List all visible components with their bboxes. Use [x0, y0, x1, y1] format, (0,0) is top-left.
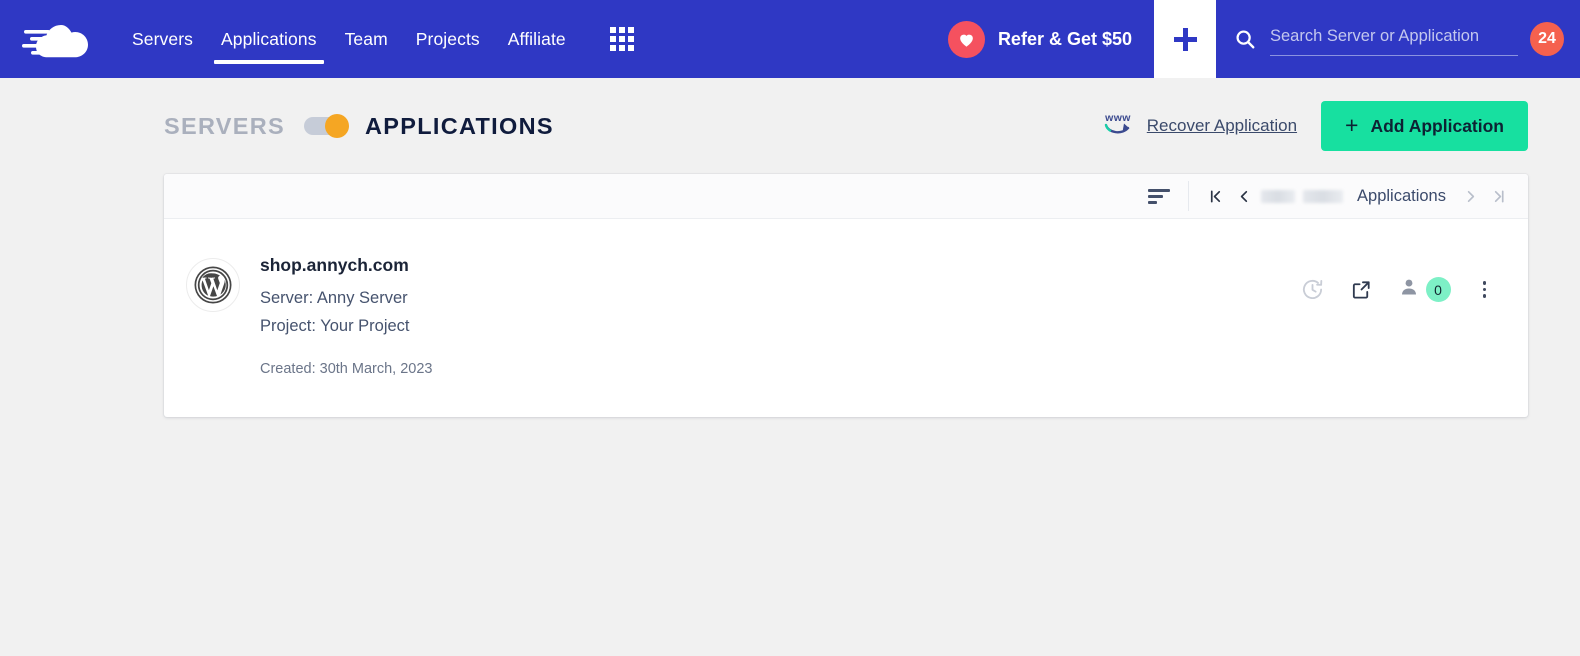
plus-icon: [1173, 27, 1197, 51]
wordpress-icon: [186, 258, 240, 312]
application-project: Project: Your Project: [260, 317, 410, 336]
plus-icon: +: [1345, 111, 1359, 138]
applications-toolbar: Applications: [164, 174, 1528, 219]
nav-link-affiliate[interactable]: Affiliate: [494, 0, 580, 78]
nav-link-team-label: Team: [344, 28, 388, 49]
toggle-knob: [325, 114, 349, 138]
application-server: Server: Anny Server: [260, 289, 408, 307]
application-users[interactable]: 0: [1399, 277, 1451, 302]
page-header: SERVERS APPLICATIONS www Recover Applica…: [0, 78, 1580, 174]
recover-application-label: Recover Application: [1146, 116, 1298, 135]
application-details: shop.annych.com Server: Anny Server Proj…: [260, 255, 433, 377]
nav-link-affiliate-label: Affiliate: [507, 28, 566, 49]
page-last-icon[interactable]: [1486, 182, 1510, 210]
search-area: 24: [1216, 0, 1580, 78]
applications-card: Applications shop.annych.com Server: Ann…: [164, 174, 1528, 417]
application-list-item[interactable]: shop.annych.com Server: Anny Server Proj…: [164, 219, 1528, 417]
page-header-actions: www Recover Application + Add Applicatio…: [1101, 101, 1528, 151]
page-next-icon[interactable]: [1458, 182, 1482, 210]
www-recover-icon: www: [1101, 109, 1135, 144]
redacted-pagination-field-1: [1261, 189, 1296, 203]
nav-link-projects-label: Projects: [415, 28, 480, 49]
apps-grid-glyph: [609, 27, 634, 51]
apps-grid-icon[interactable]: [592, 27, 652, 51]
toggle-switch[interactable]: [304, 114, 349, 138]
cloudways-logo[interactable]: [22, 17, 96, 61]
search-input[interactable]: [1270, 22, 1518, 56]
toggle-label-applications[interactable]: APPLICATIONS: [365, 113, 554, 140]
navbar-right-group: Refer & Get $50 24: [936, 0, 1580, 78]
pagination-controls: Applications: [1188, 181, 1510, 211]
top-navigation-bar: Servers Applications Team Projects Affil…: [0, 0, 1580, 78]
quick-add-button[interactable]: [1154, 0, 1216, 78]
application-title[interactable]: shop.annych.com: [260, 255, 433, 276]
external-link-icon[interactable]: [1350, 278, 1373, 301]
add-application-label: Add Application: [1370, 115, 1504, 136]
nav-link-team[interactable]: Team: [331, 0, 402, 78]
page-first-icon[interactable]: [1203, 182, 1227, 210]
navbar-left-group: Servers Applications Team Projects Affil…: [0, 0, 652, 78]
application-row-actions: 0: [1301, 255, 1499, 302]
toggle-label-servers[interactable]: SERVERS: [164, 113, 285, 140]
application-created-date: Created: 30th March, 2023: [260, 360, 433, 377]
nav-link-applications-label: Applications: [221, 28, 317, 49]
page-prev-icon[interactable]: [1231, 182, 1255, 210]
primary-nav-links: Servers Applications Team Projects Affil…: [118, 0, 580, 78]
nav-link-projects[interactable]: Projects: [402, 0, 494, 78]
heart-icon: [947, 20, 985, 58]
notifications-badge[interactable]: 24: [1530, 22, 1564, 56]
recover-application-link[interactable]: www Recover Application: [1101, 109, 1297, 144]
pagination-label: Applications: [1357, 186, 1446, 205]
search-field: [1270, 22, 1518, 56]
sort-icon[interactable]: [1130, 188, 1188, 204]
servers-applications-toggle: SERVERS APPLICATIONS: [164, 113, 554, 140]
refer-and-earn-button[interactable]: Refer & Get $50: [936, 0, 1154, 78]
redacted-pagination-field-2: [1303, 189, 1344, 203]
user-count-badge: 0: [1425, 277, 1451, 302]
user-icon: [1399, 277, 1419, 302]
nav-link-servers-label: Servers: [132, 28, 193, 49]
nav-link-applications[interactable]: Applications: [207, 0, 331, 78]
svg-text:www: www: [1104, 112, 1131, 124]
notifications-count: 24: [1538, 30, 1556, 47]
add-application-button[interactable]: + Add Application: [1321, 101, 1528, 151]
kebab-menu-icon[interactable]: [1477, 279, 1493, 300]
nav-link-servers[interactable]: Servers: [118, 0, 207, 78]
refer-label: Refer & Get $50: [997, 28, 1132, 49]
restore-clock-icon[interactable]: [1301, 278, 1324, 301]
search-icon: [1234, 28, 1256, 50]
